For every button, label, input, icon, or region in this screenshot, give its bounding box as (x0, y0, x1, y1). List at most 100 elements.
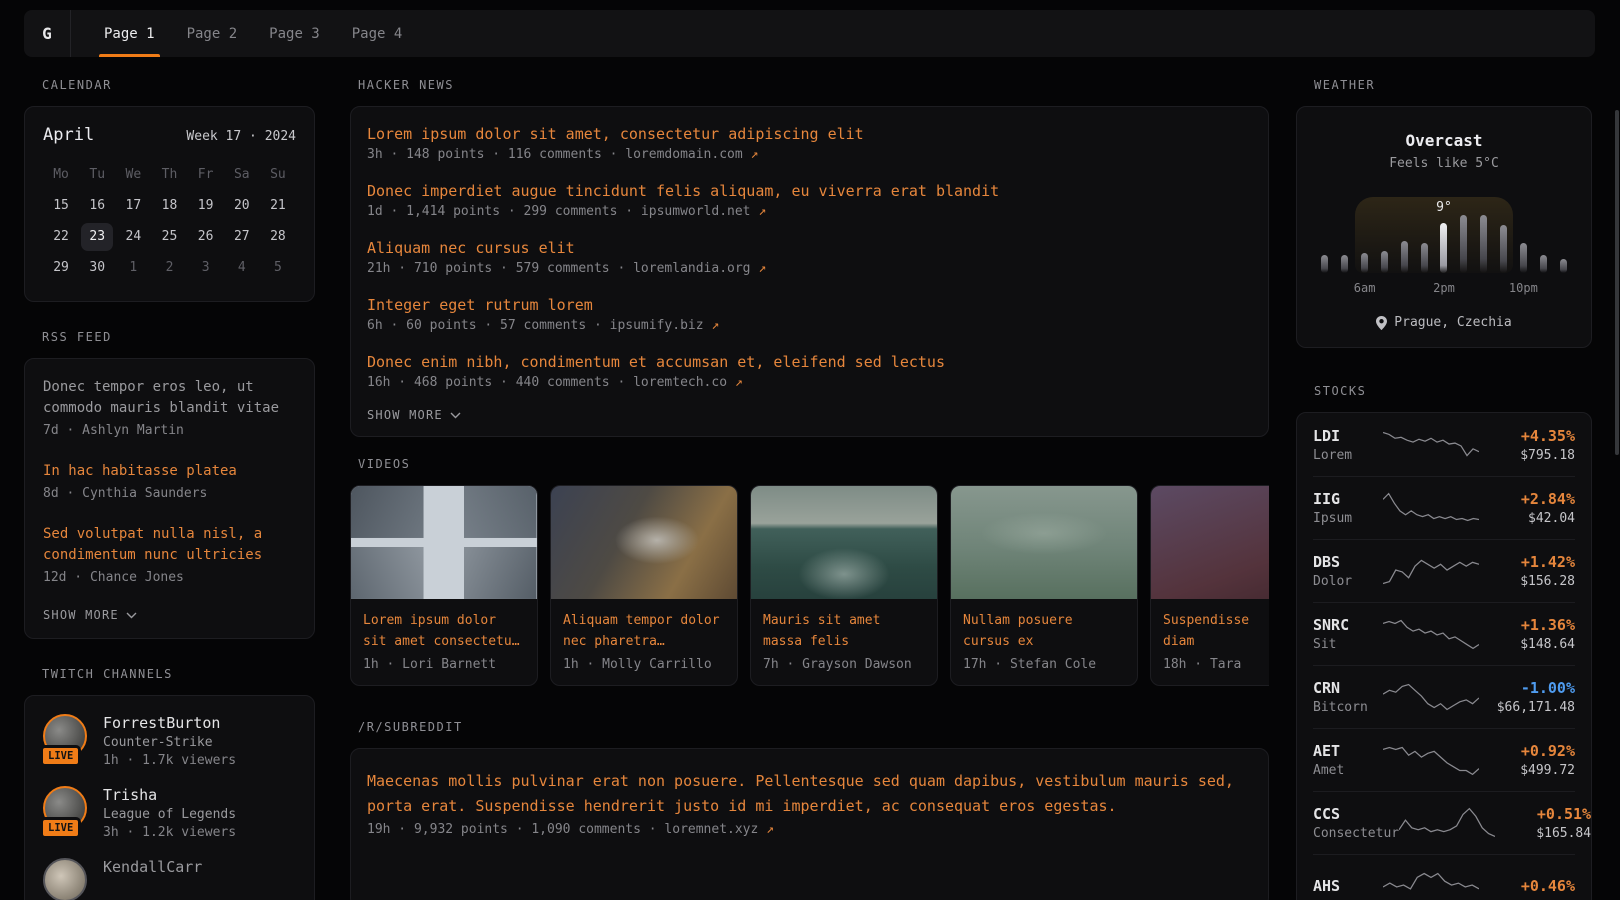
rss-show-more-button[interactable]: SHOW MORE (43, 608, 296, 622)
stock-row[interactable]: CRNBitcorn-1.00%$66,171.48 (1313, 665, 1575, 728)
calendar-day[interactable]: 3 (188, 252, 224, 283)
calendar-day[interactable]: 2 (151, 252, 187, 283)
video-meta: 1h · Lori Barnett (363, 657, 525, 672)
tab-page-1[interactable]: Page 1 (93, 10, 166, 57)
calendar-month: April (43, 125, 94, 145)
weather-bar-slot (1434, 223, 1454, 273)
weather-condition: Overcast (1315, 131, 1573, 150)
calendar-day[interactable]: 1 (115, 252, 151, 283)
calendar-day[interactable]: 16 (79, 190, 115, 221)
app-logo[interactable]: G (24, 10, 71, 57)
twitch-channel-name[interactable]: ForrestBurton (103, 714, 236, 732)
hackernews-item-meta: 1d · 1,414 points · 299 comments · ipsum… (367, 204, 1252, 219)
stock-info: DBSDolor (1313, 553, 1383, 589)
external-link-icon[interactable]: ↗ (766, 822, 774, 837)
list-item: Integer eget rutrum lorem 6h · 60 points … (367, 294, 1252, 333)
calendar-day[interactable]: 15 (43, 190, 79, 221)
stock-info: CCSConsectetur (1313, 805, 1399, 841)
calendar-day[interactable]: 25 (151, 221, 187, 252)
video-card[interactable]: Lorem ipsum dolorsit amet consectetu… 1h … (350, 485, 538, 686)
calendar-day[interactable]: 19 (188, 190, 224, 221)
stock-sparkline (1383, 615, 1479, 653)
calendar-day[interactable]: 4 (224, 252, 260, 283)
stock-row[interactable]: LDILorem+4.35%$795.18 (1313, 413, 1575, 476)
calendar-day[interactable]: 21 (260, 190, 296, 221)
stock-row[interactable]: AHS+0.46% (1313, 854, 1575, 900)
hackernews-item-title[interactable]: Donec enim nibh, condimentum et accumsan… (367, 351, 1252, 373)
weather-temp-bar (1540, 255, 1547, 273)
weather-hourly-chart: 9° (1315, 195, 1573, 273)
list-item: Maecenas mollis pulvinar erat non posuer… (367, 769, 1252, 837)
calendar-day[interactable]: 28 (260, 221, 296, 252)
video-title[interactable]: Suspendissediam (1163, 610, 1269, 652)
external-link-icon[interactable]: ↗ (711, 318, 719, 333)
page-scrollbar[interactable] (1615, 110, 1619, 455)
rss-item-title[interactable]: Donec tempor eros leo, ut commodo mauris… (43, 377, 296, 419)
calendar-day[interactable]: 17 (115, 190, 151, 221)
calendar-day[interactable]: 18 (151, 190, 187, 221)
video-title[interactable]: Aliquam tempor dolornec pharetra… (563, 610, 725, 652)
tab-page-4[interactable]: Page 4 (341, 10, 414, 57)
video-card[interactable]: Aliquam tempor dolornec pharetra…1h · Mo… (550, 485, 738, 686)
stock-row[interactable]: DBSDolor+1.42%$156.28 (1313, 539, 1575, 602)
stock-name: Ipsum (1313, 511, 1383, 526)
subreddit-post-meta: 19h · 9,932 points · 1,090 comments · lo… (367, 822, 1252, 837)
calendar-day[interactable]: 24 (115, 221, 151, 252)
calendar-day[interactable]: 29 (43, 252, 79, 283)
stock-row[interactable]: AETAmet+0.92%$499.72 (1313, 728, 1575, 791)
twitch-channel-row[interactable]: KendallCarr (43, 858, 296, 900)
calendar-day[interactable]: 22 (43, 221, 79, 252)
external-link-icon[interactable]: ↗ (735, 375, 743, 390)
calendar-week-year: Week 17 · 2024 (186, 129, 296, 144)
external-link-icon[interactable]: ↗ (758, 261, 766, 276)
twitch-channel-info: ForrestBurtonCounter-Strike1h · 1.7k vie… (103, 714, 236, 768)
weather-temp-bar (1321, 255, 1328, 273)
video-card[interactable]: Mauris sit ametmassa felis7h · Grayson D… (750, 485, 938, 686)
twitch-channel-name[interactable]: Trisha (103, 786, 236, 804)
tab-page-3[interactable]: Page 3 (258, 10, 331, 57)
rss-item-title[interactable]: In hac habitasse platea (43, 461, 296, 482)
external-link-icon[interactable]: ↗ (751, 147, 759, 162)
calendar-day[interactable]: 30 (79, 252, 115, 283)
stock-row[interactable]: IIGIpsum+2.84%$42.04 (1313, 476, 1575, 539)
weather-section-label: WEATHER (1314, 78, 1592, 92)
twitch-channel-row[interactable]: LIVETrishaLeague of Legends3h · 1.2k vie… (43, 786, 296, 840)
calendar-day[interactable]: 5 (260, 252, 296, 283)
video-card-body: Nullam posuerecursus ex17h · Stefan Cole (951, 599, 1137, 685)
weather-axis-label: 10pm (1509, 281, 1538, 295)
subreddit-post-title[interactable]: Maecenas mollis pulvinar erat non posuer… (367, 769, 1252, 819)
video-title[interactable]: Mauris sit ametmassa felis (763, 610, 925, 652)
hackernews-item-title[interactable]: Integer eget rutrum lorem (367, 294, 1252, 316)
video-title[interactable]: Nullam posuerecursus ex (963, 610, 1125, 652)
twitch-channel-meta: 3h · 1.2k viewers (103, 825, 236, 840)
sparkline-chart (1383, 867, 1479, 900)
stock-change: +1.36% (1479, 616, 1575, 634)
weather-bar-slot (1553, 259, 1573, 273)
stock-symbol: LDI (1313, 427, 1383, 445)
twitch-channel-name[interactable]: KendallCarr (103, 858, 202, 876)
video-card[interactable]: Nullam posuerecursus ex17h · Stefan Cole (950, 485, 1138, 686)
stock-price: $165.84 (1495, 826, 1591, 841)
hackernews-item-title[interactable]: Aliquam nec cursus elit (367, 237, 1252, 259)
tab-page-2[interactable]: Page 2 (176, 10, 249, 57)
calendar-day[interactable]: 27 (224, 221, 260, 252)
calendar-day-selected[interactable]: 23 (79, 221, 115, 252)
twitch-channel-info: KendallCarr (103, 858, 202, 900)
calendar-day[interactable]: 26 (188, 221, 224, 252)
video-card[interactable]: Suspendissediam18h · Tara (1150, 485, 1269, 686)
stock-row[interactable]: SNRCSit+1.36%$148.64 (1313, 602, 1575, 665)
stock-row[interactable]: CCSConsectetur+0.51%$165.84 (1313, 791, 1575, 854)
stock-info: SNRCSit (1313, 616, 1383, 652)
stock-symbol: DBS (1313, 553, 1383, 571)
stock-name: Lorem (1313, 448, 1383, 463)
hackernews-item-title[interactable]: Donec imperdiet augue tincidunt felis al… (367, 180, 1252, 202)
rss-item-title[interactable]: Sed volutpat nulla nisl, a condimentum n… (43, 524, 296, 566)
video-card-body: Aliquam tempor dolornec pharetra…1h · Mo… (551, 599, 737, 685)
twitch-channel-row[interactable]: LIVEForrestBurtonCounter-Strike1h · 1.7k… (43, 714, 296, 768)
external-link-icon[interactable]: ↗ (758, 204, 766, 219)
hackernews-item-meta: 6h · 60 points · 57 comments · ipsumify.… (367, 318, 1252, 333)
calendar-day[interactable]: 20 (224, 190, 260, 221)
hackernews-item-title[interactable]: Lorem ipsum dolor sit amet, consectetur … (367, 123, 1252, 145)
hackernews-show-more-button[interactable]: SHOW MORE (367, 408, 1252, 422)
video-title[interactable]: Lorem ipsum dolorsit amet consectetu… (363, 610, 525, 652)
